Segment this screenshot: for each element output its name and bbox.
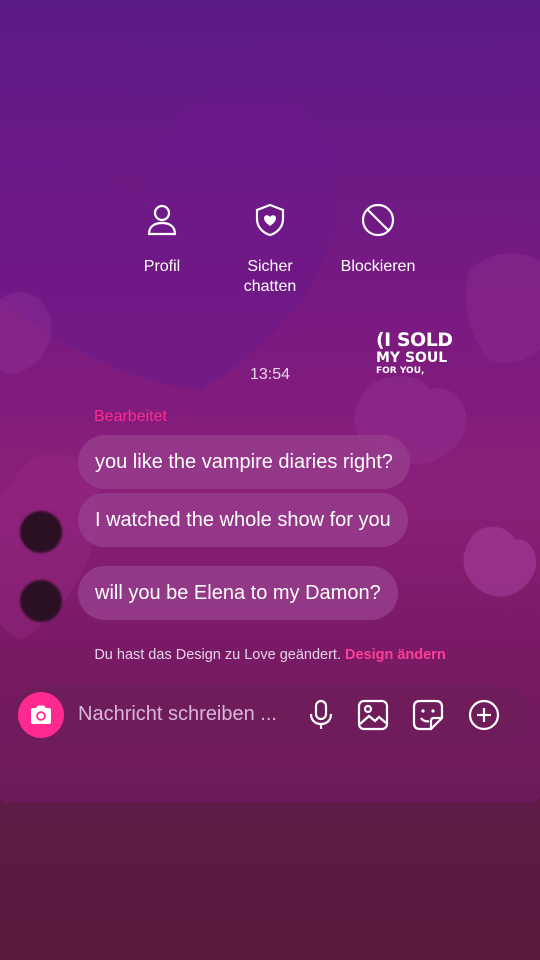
camera-button[interactable] [18, 692, 64, 738]
profile-label: Profil [143, 258, 181, 275]
safe-chat-label: Sicher chatten [243, 258, 297, 295]
camera-icon [31, 705, 51, 724]
person-icon [147, 204, 177, 236]
microphone-icon[interactable] [307, 699, 335, 731]
message-input[interactable]: Nachricht schreiben ... [78, 703, 277, 726]
edited-label: Bearbeitet [94, 408, 167, 425]
sticker-text-line2: MY SOUL [376, 350, 448, 366]
shield-heart-icon [255, 203, 285, 237]
chat-screen: Profil Sicher chatten Blockieren (I SOLD… [0, 0, 540, 802]
block-icon [361, 203, 395, 237]
block-action[interactable]: Blockieren [323, 203, 433, 277]
notice-text: Du hast das Design zu Love geändert. [94, 647, 341, 663]
theme-change-notice: Du hast das Design zu Love geändert. Desi… [0, 647, 540, 663]
add-icon[interactable] [468, 699, 500, 731]
message-bubble[interactable]: will you be Elena to my Damon? [78, 566, 398, 620]
sender-avatar[interactable] [20, 580, 62, 622]
message-composer: Nachricht schreiben ... [12, 686, 528, 744]
block-label: Blockieren [340, 258, 416, 275]
love-theme-hearts-background [0, 88, 540, 640]
sender-avatar[interactable] [20, 511, 62, 553]
change-design-link[interactable]: Design ändern [345, 647, 446, 663]
image-gallery-icon[interactable] [357, 699, 389, 731]
message-bubble[interactable]: you like the vampire diaries right? [78, 435, 410, 489]
sticker-icon[interactable] [412, 699, 444, 731]
bottom-background [0, 802, 540, 960]
sticker-text-line1: (I SOLD [376, 329, 453, 351]
message-timestamp: 13:54 [249, 366, 291, 383]
safe-chat-action[interactable]: Sicher chatten [215, 203, 325, 297]
message-bubble[interactable]: I watched the whole show for you [78, 493, 408, 547]
profile-action[interactable]: Profil [107, 203, 217, 277]
